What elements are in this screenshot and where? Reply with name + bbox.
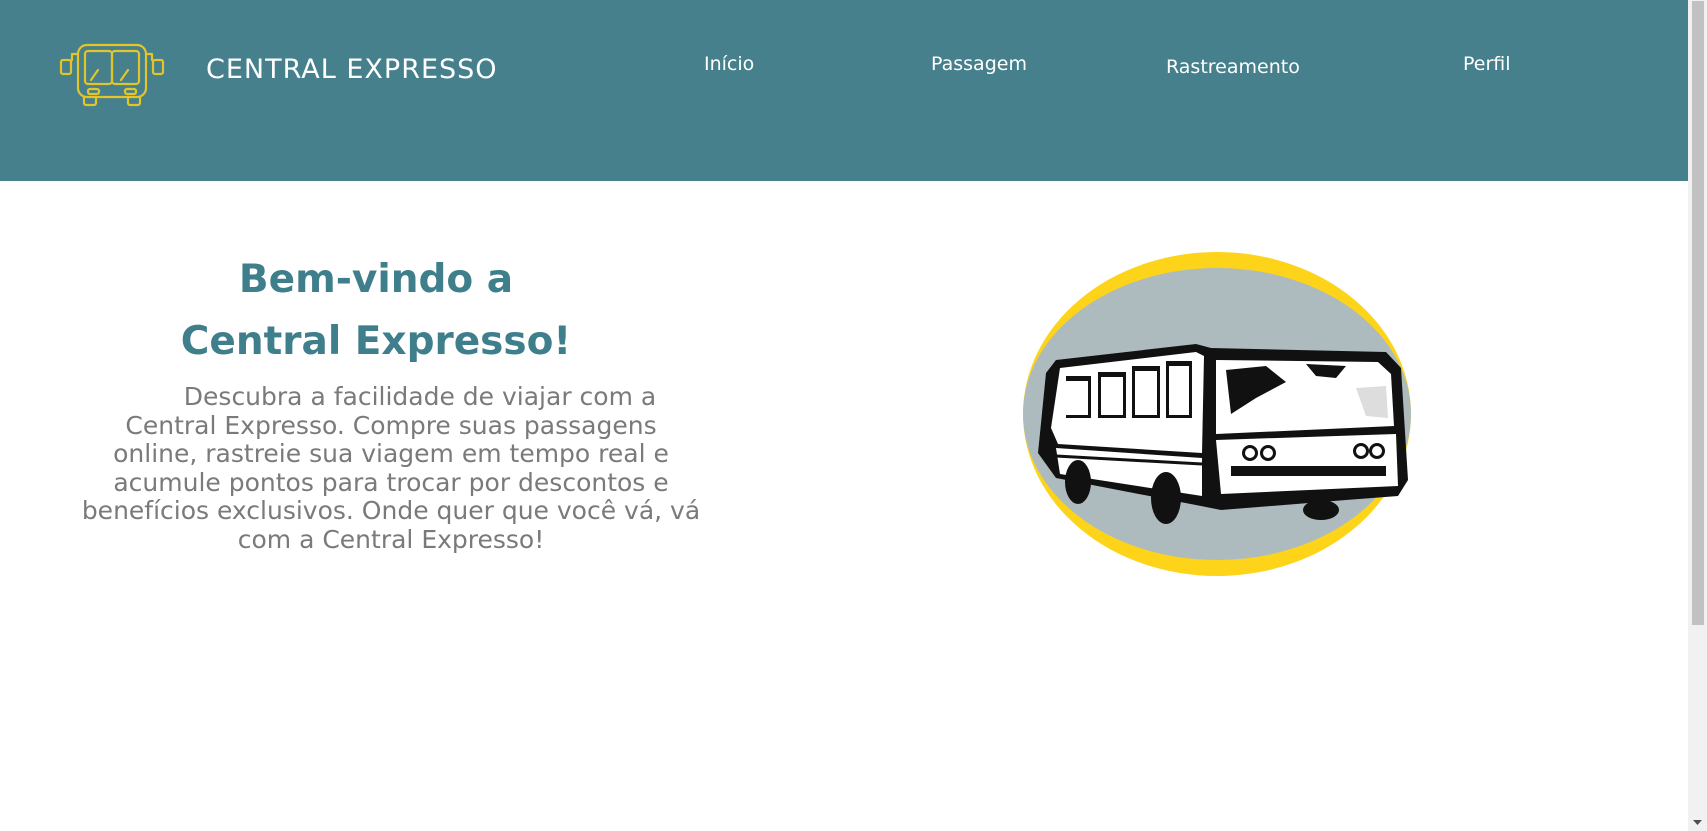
welcome-heading-line2: Central Expresso! [180, 319, 572, 365]
nav-link-passagem[interactable]: Passagem [931, 53, 1027, 75]
welcome-heading: Bem-vindo a Central Expresso! [176, 249, 576, 373]
site-header: CENTRAL EXPRESSO Início Passagem Rastrea… [0, 0, 1688, 181]
nav-link-rastreamento[interactable]: Rastreamento [1166, 56, 1300, 78]
vertical-scrollbar[interactable] [1688, 0, 1707, 831]
nav-link-inicio[interactable]: Início [704, 53, 754, 75]
nav-link-perfil[interactable]: Perfil [1463, 53, 1511, 75]
bus-logo-icon[interactable] [58, 42, 166, 108]
page: CENTRAL EXPRESSO Início Passagem Rastrea… [0, 0, 1707, 831]
bus-illustration [1016, 248, 1418, 580]
scroll-down-arrow-icon[interactable] [1688, 814, 1707, 831]
scrollbar-thumb[interactable] [1692, 1, 1704, 625]
brand-name[interactable]: CENTRAL EXPRESSO [206, 54, 498, 85]
welcome-heading-line1: Bem-vindo a [238, 257, 514, 303]
intro-paragraph: Descubra a facilidade de viajar com a Ce… [81, 382, 701, 554]
